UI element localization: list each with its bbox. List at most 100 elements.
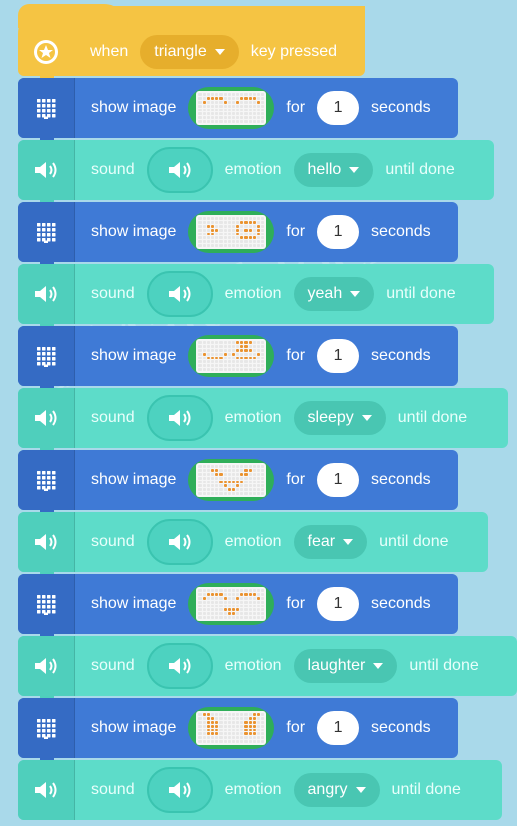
- chevron-down-icon: [350, 291, 361, 297]
- image-picker[interactable]: [188, 87, 275, 129]
- play-emotion-sound-block[interactable]: sound emotion laughter until done: [18, 636, 517, 704]
- led-pixel: [240, 232, 244, 236]
- led-pixel: [231, 240, 236, 244]
- led-pixel: [202, 96, 206, 100]
- led-pixel: [257, 120, 261, 123]
- led-pixel: [198, 480, 202, 484]
- play-emotion-sound-block[interactable]: sound emotion hello until done: [18, 140, 494, 208]
- play-emotion-sound-block[interactable]: sound emotion fear until done: [18, 512, 488, 580]
- play-emotion-sound-block[interactable]: sound emotion yeah until done: [18, 264, 494, 332]
- show-image-block[interactable]: show image for 1 seconds: [18, 698, 458, 766]
- play-emotion-sound-block[interactable]: sound emotion angry until done: [18, 760, 502, 820]
- led-pixel: [206, 600, 210, 604]
- led-pixel: [202, 608, 206, 612]
- led-pixel: [206, 348, 210, 352]
- led-pixel: [231, 732, 236, 736]
- sound-category-slot[interactable]: [146, 767, 213, 813]
- led-pixel: [261, 108, 265, 112]
- image-picker[interactable]: [188, 335, 275, 377]
- when-key-pressed-block[interactable]: when triangle key pressed: [18, 4, 365, 84]
- emotion-dropdown[interactable]: hello: [293, 153, 374, 187]
- image-picker[interactable]: [188, 707, 275, 749]
- led-pixel: [257, 720, 261, 724]
- led-pixel: [210, 108, 215, 112]
- led-pixel: [244, 116, 248, 120]
- sound-category-slot[interactable]: [146, 519, 213, 565]
- show-image-block[interactable]: show image for 1 seconds: [18, 574, 458, 642]
- led-pixel: [223, 244, 227, 247]
- seconds-input[interactable]: 1: [317, 463, 360, 497]
- key-dropdown[interactable]: triangle: [140, 35, 239, 69]
- led-pixel: [223, 220, 227, 224]
- led-pixel: [219, 116, 223, 120]
- led-pixel: [198, 228, 202, 232]
- led-pixel: [223, 120, 227, 123]
- led-pixel: [231, 488, 236, 492]
- led-pixel: [223, 348, 227, 352]
- led-pixel: [252, 93, 256, 96]
- emotion-dropdown[interactable]: laughter: [293, 649, 398, 683]
- led-pixel: [210, 736, 215, 740]
- led-pixel: [198, 472, 202, 476]
- seconds-input[interactable]: 1: [317, 215, 360, 249]
- led-pixel: [236, 600, 240, 604]
- emotion-dropdown[interactable]: angry: [293, 773, 380, 807]
- led-pixel: [231, 120, 236, 123]
- image-picker[interactable]: [188, 583, 275, 625]
- led-pixel: [240, 488, 244, 492]
- sound-category-slot[interactable]: [146, 395, 213, 441]
- led-pixel: [248, 220, 252, 224]
- led-pixel: [202, 224, 206, 228]
- led-pixel: [240, 616, 244, 619]
- sound-category-slot[interactable]: [146, 643, 213, 689]
- show-image-block[interactable]: show image for 1 seconds: [18, 202, 458, 270]
- led-pixel: [231, 220, 236, 224]
- led-pixel: [227, 589, 231, 592]
- seconds-input[interactable]: 1: [317, 711, 360, 745]
- led-pixel: [227, 356, 231, 360]
- led-pixel: [248, 600, 252, 604]
- sound-category-slot[interactable]: [146, 147, 213, 193]
- seconds-input[interactable]: 1: [317, 339, 360, 373]
- play-emotion-sound-block[interactable]: sound emotion sleepy until done: [18, 388, 508, 456]
- emotion-dropdown[interactable]: fear: [293, 525, 368, 559]
- led-pixel: [231, 96, 236, 100]
- led-pixel: [198, 728, 202, 732]
- led-pixel: [248, 480, 252, 484]
- seconds-input[interactable]: 1: [317, 587, 360, 621]
- led-pixel: [219, 465, 223, 468]
- sound-category-slot[interactable]: [146, 271, 213, 317]
- emotion-dropdown[interactable]: yeah: [293, 277, 375, 311]
- led-pixel: [210, 344, 215, 348]
- image-picker[interactable]: [188, 211, 275, 253]
- led-pixel: [261, 600, 265, 604]
- led-pixel: [248, 589, 252, 592]
- led-pixel: [223, 352, 227, 356]
- led-pixel: [231, 104, 236, 108]
- led-pixel: [223, 236, 227, 240]
- led-pixel: [215, 120, 219, 123]
- sound-label: sound: [91, 285, 135, 302]
- show-image-block[interactable]: show image for 1 seconds: [18, 326, 458, 394]
- led-pixel: [240, 604, 244, 608]
- image-picker[interactable]: [188, 459, 275, 501]
- led-pixel: [202, 120, 206, 123]
- led-pixel: [219, 360, 223, 364]
- led-pixel: [244, 348, 248, 352]
- for-label: for: [286, 471, 306, 488]
- show-image-block[interactable]: show image for 1 seconds: [18, 78, 458, 146]
- led-pixel: [215, 348, 219, 352]
- led-pixel: [215, 492, 219, 495]
- led-pixel: [252, 217, 256, 220]
- led-pixel: [236, 108, 240, 112]
- led-pixel: [244, 217, 248, 220]
- emotion-dropdown[interactable]: sleepy: [293, 401, 386, 435]
- led-pixel: [261, 104, 265, 108]
- seconds-input[interactable]: 1: [317, 91, 360, 125]
- led-pixel: [227, 112, 231, 116]
- led-pixel: [206, 120, 210, 123]
- show-image-block[interactable]: show image for 1 seconds: [18, 450, 458, 518]
- led-pixel: [261, 96, 265, 100]
- led-pixel: [252, 220, 256, 224]
- led-pixel: [210, 465, 215, 468]
